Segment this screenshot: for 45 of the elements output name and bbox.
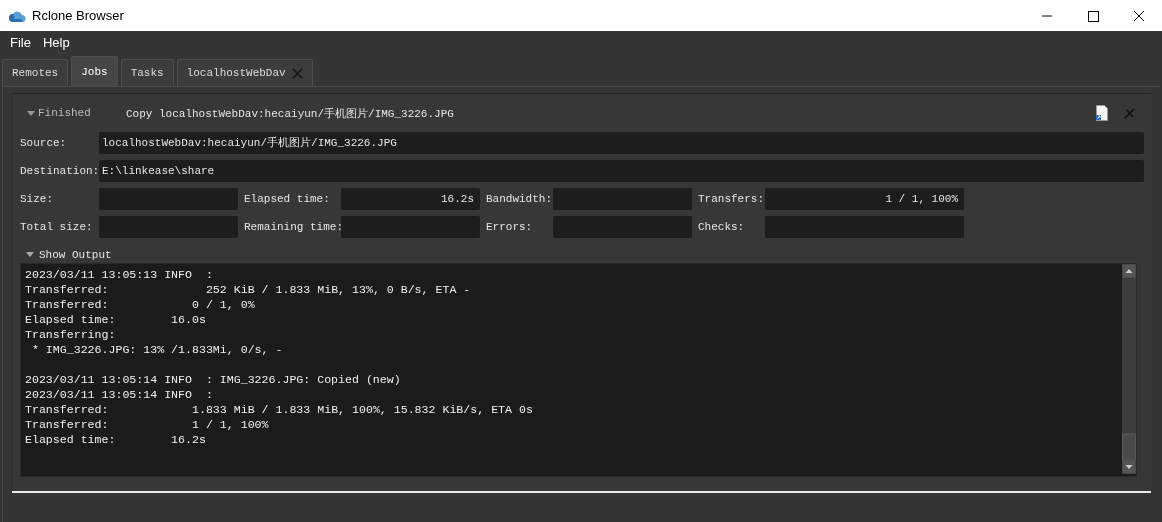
log-line: Transferred: 1 / 1, 100% bbox=[25, 417, 269, 432]
close-icon[interactable] bbox=[1123, 106, 1136, 120]
stat-field[interactable] bbox=[765, 216, 964, 238]
log-line: Transferred: 1.833 MiB / 1.833 MiB, 100%, 15.832 KiB/s, ETA 0s bbox=[25, 402, 533, 417]
field-label: Size: bbox=[20, 193, 54, 205]
job-title: Copy localhostWebDav:hecaiyun/手机图片/IMG_3226.JPG bbox=[126, 106, 454, 121]
log-line: 2023/03/11 13:05:14 INFO : IMG_3226.JPG: Copied (new) bbox=[25, 372, 401, 387]
log-line: 2023/03/11 13:05:13 INFO : bbox=[25, 267, 213, 282]
stat-field[interactable] bbox=[553, 188, 692, 210]
field-label: Destination: bbox=[20, 165, 99, 177]
window-title: Rclone Browser bbox=[32, 8, 125, 23]
tab[interactable]: Remotes bbox=[2, 59, 69, 86]
stat-field[interactable] bbox=[341, 216, 480, 238]
log-line: Transferred: 252 KiB / 1.833 MiB, 13%, 0 B/s, ETA - bbox=[25, 282, 471, 297]
log-line: * IMG_3226.JPG: 13% /1.833Mi, 0/s, - bbox=[30, 342, 283, 357]
stat-field[interactable] bbox=[99, 188, 238, 210]
scrollbar[interactable] bbox=[1122, 264, 1136, 474]
menu-item[interactable]: Help bbox=[36, 34, 76, 50]
stat-field[interactable]: 1 / 1, 100% bbox=[765, 188, 964, 210]
status-toggle[interactable]: Finished bbox=[20, 107, 108, 119]
tab[interactable]: localhostWebDav bbox=[176, 59, 313, 86]
destination-field[interactable]: E:\linkease\share bbox=[99, 160, 1144, 182]
log-line: 2023/03/11 13:05:14 INFO : bbox=[25, 387, 213, 402]
field-label: Checks: bbox=[697, 221, 746, 233]
source-field[interactable]: localhostWebDav:hecaiyun/手机图片/IMG_3226.JPG bbox=[99, 132, 1144, 154]
stat-field[interactable] bbox=[99, 216, 238, 238]
log-line: Elapsed time: 16.2s bbox=[25, 432, 206, 447]
field-label: Transfers: bbox=[697, 193, 765, 205]
field-label: Errors: bbox=[485, 221, 534, 233]
field-label: Elapsed time: bbox=[243, 193, 331, 205]
stat-field[interactable] bbox=[553, 216, 692, 238]
log-line: Elapsed time: 16.0s bbox=[25, 312, 206, 327]
field-label: Total size: bbox=[20, 221, 94, 233]
field-label: Source: bbox=[20, 137, 68, 149]
stat-field[interactable]: 16.2s bbox=[341, 188, 480, 210]
log-line: Transferred: 0 / 1, 0% bbox=[25, 297, 255, 312]
show-output-toggle[interactable]: Show Output bbox=[20, 246, 112, 264]
close-icon[interactable] bbox=[291, 67, 303, 79]
menu-item[interactable]: File bbox=[4, 34, 37, 50]
field-label: Bandwidth: bbox=[485, 193, 553, 205]
log-line: Transferring: bbox=[25, 327, 116, 342]
field-label: Remaining time: bbox=[243, 221, 341, 233]
document-icon[interactable] bbox=[1095, 105, 1109, 121]
tab[interactable]: Tasks bbox=[120, 59, 174, 86]
tab[interactable]: Jobs bbox=[71, 56, 118, 86]
